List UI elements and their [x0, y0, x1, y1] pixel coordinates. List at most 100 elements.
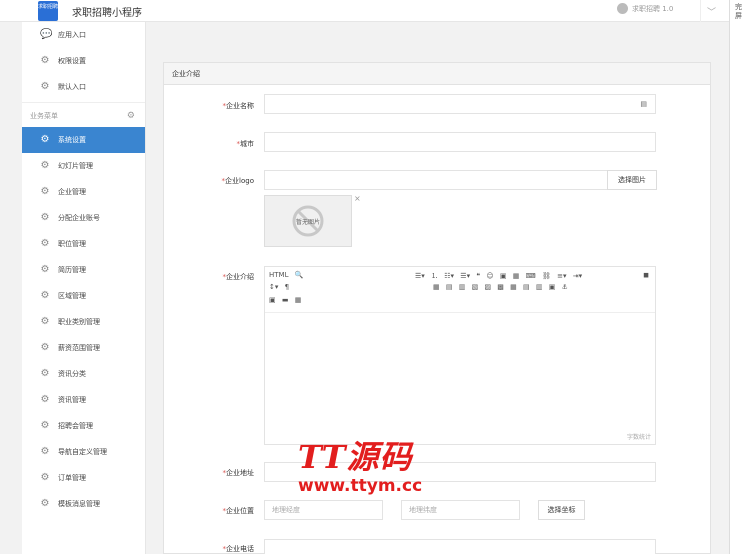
anchor-icon[interactable]: ⚓ — [562, 283, 568, 291]
zoom-icon[interactable]: 🔍 — [295, 271, 304, 279]
gear-icon: ⚙ — [40, 160, 50, 171]
merge-cells-icon[interactable]: ▧ — [472, 283, 479, 291]
sidebar-item-label: 职位管理 — [58, 240, 86, 248]
watermark-brand: TT源码 — [298, 438, 413, 476]
sidebar-item[interactable]: ⚙ 系统设置 — [22, 127, 145, 153]
sidebar-item[interactable]: ⚙ 薪资范围管理 — [22, 335, 145, 361]
quote-icon[interactable]: ❝ — [476, 272, 480, 280]
version-badge[interactable]: 求职招聘 1.0 — [617, 3, 673, 14]
sidebar-item-label: 资讯分类 — [58, 370, 86, 378]
sidebar-item[interactable]: ⚙ 资讯管理 — [22, 387, 145, 413]
sidebar-item[interactable]: ⚙ 企业管理 — [22, 179, 145, 205]
sidebar-item-label: 默认入口 — [58, 83, 86, 91]
list-icon[interactable]: ☰▾ — [415, 272, 425, 280]
no-image-text: 暂无图片 — [295, 219, 320, 226]
print-icon[interactable]: ▬ — [282, 296, 289, 304]
paragraph-icon[interactable]: ¶ — [285, 283, 289, 291]
app-title: 求职招聘小程序 — [72, 8, 142, 19]
sidebar-item[interactable]: ⚙ 职位管理 — [22, 231, 145, 257]
gear-icon: ⚙ — [40, 264, 50, 275]
gear-icon: ⚙ — [40, 420, 50, 431]
latitude-input[interactable]: 地理经度 — [264, 500, 383, 520]
word-count: 字数统计 — [626, 434, 651, 441]
table-icon[interactable]: ▦ — [513, 272, 520, 280]
sidebar-item[interactable]: ⚙ 模板消息管理 — [22, 491, 145, 517]
line-height-icon[interactable]: ↕▾ — [269, 283, 278, 291]
user-avatar-icon — [617, 3, 628, 14]
table-insert-icon[interactable]: ▦ — [433, 283, 440, 291]
sidebar-item-label: 订单管理 — [58, 474, 86, 482]
align-icon[interactable]: ≡▾ — [557, 272, 566, 280]
sidebar-item-label: 导航自定义管理 — [58, 448, 107, 456]
logo-label: *企业logo — [221, 177, 254, 185]
select-image-button[interactable]: 选择图片 — [607, 170, 657, 190]
source-icon[interactable]: HTML — [269, 271, 288, 279]
sidebar-top-item[interactable]: ⚙ 权限设置 — [22, 48, 145, 74]
gear-icon: ⚙ — [40, 394, 50, 405]
sidebar-item-label: 企业管理 — [58, 188, 86, 196]
sidebar-item-label: 职业类别管理 — [58, 318, 100, 326]
gear-icon[interactable]: ⚙ — [127, 111, 135, 121]
logo-path-input[interactable] — [264, 170, 608, 190]
sidebar-top-item[interactable]: 💬 应用入口 — [22, 22, 145, 48]
city-label: *城市 — [236, 140, 255, 148]
table-col-icon[interactable]: ▥ — [459, 283, 466, 291]
ordered-list-icon[interactable]: ⒈ — [431, 271, 438, 281]
company-name-input[interactable]: ▤ — [264, 94, 656, 114]
longitude-input[interactable]: 地理纬度 — [401, 500, 520, 520]
fullscreen-icon[interactable]: ◼ — [643, 271, 649, 279]
sidebar-top-item[interactable]: ⚙ 默认入口 — [22, 74, 145, 100]
template-icon[interactable]: ▣ — [269, 296, 276, 304]
phone-label: *企业电话 — [222, 545, 255, 553]
sidebar-item[interactable]: ⚙ 职业类别管理 — [22, 309, 145, 335]
insert-col-icon[interactable]: ▤ — [523, 283, 530, 291]
remove-logo-icon[interactable]: × — [354, 194, 361, 203]
sidebar-item[interactable]: ⚙ 简历管理 — [22, 257, 145, 283]
gear-icon: ⚙ — [40, 446, 50, 457]
sidebar-item[interactable]: ⚙ 幻灯片管理 — [22, 153, 145, 179]
chat-icon: 💬 — [40, 29, 53, 40]
split-cells-icon[interactable]: ▨ — [484, 283, 491, 291]
version-label: 求职招聘 1.0 — [632, 4, 674, 13]
sidebar-item[interactable]: ⚙ 分配企业账号 — [22, 205, 145, 231]
position-label: *企业位置 — [222, 507, 255, 515]
link-icon[interactable]: ⛓ — [542, 272, 551, 280]
unordered-list-icon[interactable]: ☷▾ — [444, 272, 454, 280]
rich-text-editor[interactable]: HTML 🔍 ☰▾ ⒈ ☷▾ ☰▾ ❝ ☺ ▣ ▦ ⌨ ⛓ ≡▾ ⇥▾ ◼ ↕▾… — [264, 266, 656, 445]
table-props-icon[interactable]: ▥ — [536, 283, 543, 291]
id-card-icon: ▤ — [640, 100, 647, 108]
sidebar-item-label: 简历管理 — [58, 266, 86, 274]
table-row-icon[interactable]: ▤ — [446, 283, 453, 291]
gear-icon: ⚙ — [40, 342, 50, 353]
chevron-down-icon[interactable]: ﹀ — [700, 0, 722, 22]
right-side-strip[interactable]: 完屏 — [729, 0, 750, 554]
cell-props-icon[interactable]: ▣ — [549, 283, 556, 291]
emoji-icon[interactable]: ☺ — [486, 272, 493, 280]
sidebar-item[interactable]: ⚙ 招聘会管理 — [22, 413, 145, 439]
sidebar-item[interactable]: ⚙ 区域管理 — [22, 283, 145, 309]
right-strip-text: 完屏 — [735, 3, 742, 20]
sidebar-item[interactable]: ⚙ 导航自定义管理 — [22, 439, 145, 465]
city-input[interactable] — [264, 132, 656, 152]
delete-row-icon[interactable]: ▩ — [497, 283, 504, 291]
image-icon[interactable]: ▣ — [500, 272, 507, 280]
sidebar-item-label: 权限设置 — [58, 57, 86, 65]
main-panel: 企业介绍 *企业名称 ▤ *城市 *企业logo 选择图片 暂无图片 × *企业… — [163, 62, 711, 554]
sidebar: 💬 应用入口 ⚙ 权限设置 ⚙ 默认入口 业务菜单 ⚙ ⚙ 系统设置 ⚙ 幻灯片管理 ⚙ 企业管理 ⚙… — [22, 22, 146, 554]
sidebar-item[interactable]: ⚙ 订单管理 — [22, 465, 145, 491]
watermark-url: www.ttym.cc — [298, 476, 423, 496]
sidebar-item-label: 应用入口 — [58, 31, 86, 39]
gear-icon: ⚙ — [40, 186, 50, 197]
address-label: *企业地址 — [222, 469, 255, 477]
code-icon[interactable]: ⌨ — [526, 272, 536, 280]
bullet-list-icon[interactable]: ☰▾ — [460, 272, 470, 280]
preview-icon[interactable]: ▦ — [295, 296, 302, 304]
indent-icon[interactable]: ⇥▾ — [573, 272, 582, 280]
sidebar-item-label: 资讯管理 — [58, 396, 86, 404]
delete-col-icon[interactable]: ▦ — [510, 283, 517, 291]
phone-input[interactable] — [264, 539, 656, 554]
app-logo: 求职招聘 — [38, 1, 58, 21]
sidebar-item[interactable]: ⚙ 资讯分类 — [22, 361, 145, 387]
logo-preview: 暂无图片 — [264, 195, 352, 247]
select-coordinate-button[interactable]: 选择坐标 — [538, 500, 585, 520]
